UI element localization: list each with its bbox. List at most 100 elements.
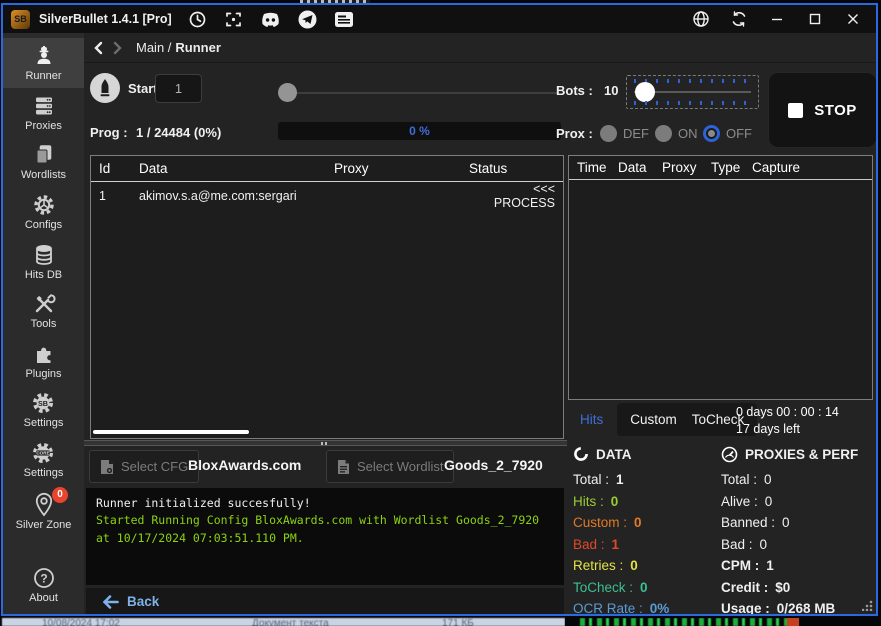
- cell-status: <<< PROCESS: [469, 182, 555, 210]
- sidebar-item-configs[interactable]: Configs: [3, 187, 84, 237]
- nav-forward-icon[interactable]: [110, 41, 124, 55]
- stat-row: ToCheck :0: [573, 577, 669, 599]
- refresh-icon[interactable]: [724, 7, 754, 31]
- sidebar-item-settings-core[interactable]: CORE Settings: [3, 435, 84, 485]
- maximize-icon[interactable]: [800, 7, 830, 31]
- sidebar-item-wordlists[interactable]: Wordlists: [3, 137, 84, 187]
- col-id[interactable]: Id: [99, 161, 139, 176]
- select-wordlist-button[interactable]: Select Wordlist: [326, 450, 454, 483]
- scan-icon[interactable]: [224, 10, 243, 29]
- minimize-icon[interactable]: [762, 7, 792, 31]
- results-table-header: Time Data Proxy Type Capture: [569, 156, 872, 180]
- prox-radio-off[interactable]: OFF: [703, 125, 752, 142]
- selected-wordlist-name: Goods_2_7920: [444, 457, 543, 473]
- stat-row: Usage :0/268 MB: [721, 598, 858, 616]
- sidebar-item-hits-db[interactable]: Hits DB: [3, 237, 84, 287]
- sidebar-item-about[interactable]: ? About: [3, 560, 84, 610]
- select-wordlist-label: Select Wordlist: [357, 459, 443, 474]
- bots-slider-thumb[interactable]: [635, 82, 655, 102]
- col-proxy[interactable]: Proxy: [334, 161, 469, 176]
- table-row[interactable]: 1 akimov.s.a@me.com:sergari <<< PROCESS: [91, 182, 563, 206]
- back-arrow-icon: [102, 595, 119, 609]
- log-line: Runner initialized succesfully!: [96, 495, 554, 512]
- elapsed-time: 0 days 00 : 00 : 14: [736, 404, 839, 421]
- start-input[interactable]: [155, 74, 202, 103]
- sidebar-item-plugins[interactable]: Plugins: [3, 336, 84, 386]
- radio-dot: [703, 125, 720, 142]
- sidebar-item-label: About: [29, 592, 58, 605]
- background-text: 10/08/2024 17:02: [42, 618, 120, 626]
- silverbullet-window: SB SilverBullet 1.4.1 [Pro]: [1, 3, 878, 616]
- runner-table: Id Data Proxy Status 1 akimov.s.a@me.com…: [90, 155, 564, 439]
- bullet-icon: [90, 73, 120, 103]
- sidebar-item-label: Runner: [25, 70, 61, 83]
- sidebar-item-silver-zone[interactable]: 0 Silver Zone: [3, 485, 84, 537]
- background-window-sliver: 10/08/2024 17:02 Документ текста 171 КБ: [2, 618, 565, 626]
- stop-button-label: STOP: [814, 102, 857, 119]
- radio-label: DEF: [623, 126, 649, 141]
- sidebar-item-tools[interactable]: Tools: [3, 286, 84, 336]
- col-data[interactable]: Data: [139, 161, 334, 176]
- background-window-sliver: [565, 618, 881, 626]
- stat-row: Credit :$0: [721, 577, 858, 599]
- stat-row: CPM :1: [721, 555, 858, 577]
- tab-hits[interactable]: Hits: [568, 412, 617, 427]
- discord-icon[interactable]: [260, 11, 281, 28]
- breadcrumb-page: Runner: [175, 40, 221, 55]
- progress-bar: 0 %: [278, 122, 561, 140]
- col-time[interactable]: Time: [577, 160, 618, 175]
- gear-icon: [32, 193, 56, 217]
- sidebar-item-settings-sb[interactable]: SB Settings: [3, 385, 84, 435]
- splitter-handle[interactable]: [84, 440, 567, 446]
- col-type[interactable]: Type: [711, 160, 752, 175]
- servers-icon: [32, 94, 56, 118]
- puzzle-icon: [32, 342, 56, 366]
- horizontal-scrollbar[interactable]: [93, 430, 249, 434]
- radio-dot: [655, 125, 672, 142]
- col-proxy[interactable]: Proxy: [662, 160, 711, 175]
- select-cfg-label: Select CFG: [121, 459, 188, 474]
- gear-sb-icon: SB: [31, 391, 56, 415]
- col-status[interactable]: Status: [469, 161, 555, 176]
- telegram-icon[interactable]: [298, 10, 317, 29]
- license-days-left: 17 days left: [736, 421, 839, 438]
- resize-grip[interactable]: [862, 600, 873, 611]
- nav-back-icon[interactable]: [92, 41, 106, 55]
- app-title: SilverBullet 1.4.1 [Pro]: [39, 12, 172, 26]
- col-capture[interactable]: Capture: [752, 160, 864, 175]
- history-icon[interactable]: [188, 10, 207, 29]
- results-table: Time Data Proxy Type Capture: [568, 155, 873, 400]
- bots-value: 10: [604, 83, 618, 98]
- back-button[interactable]: Back: [86, 588, 564, 615]
- worker-icon: [32, 44, 56, 68]
- globe-icon[interactable]: [686, 7, 716, 31]
- timer: 0 days 00 : 00 : 14 17 days left: [736, 404, 839, 438]
- close-icon[interactable]: [838, 7, 868, 31]
- svg-text:CORE: CORE: [36, 451, 49, 456]
- screen: SB SilverBullet 1.4.1 [Pro]: [0, 0, 881, 626]
- sidebar-item-proxies[interactable]: Proxies: [3, 88, 84, 138]
- col-data[interactable]: Data: [618, 160, 662, 175]
- stop-button[interactable]: STOP: [768, 72, 877, 148]
- sidebar-item-label: Tools: [31, 318, 57, 331]
- news-icon[interactable]: [334, 11, 354, 28]
- sidebar-item-runner[interactable]: Runner: [3, 38, 84, 88]
- tab-custom[interactable]: Custom: [630, 412, 677, 427]
- prox-radio-def[interactable]: DEF: [600, 125, 649, 142]
- stat-row: OCR Rate :0%: [573, 598, 669, 616]
- start-slider-thumb[interactable]: [278, 83, 297, 102]
- select-cfg-button[interactable]: Select CFG: [89, 450, 199, 483]
- bots-slider[interactable]: [626, 75, 759, 109]
- sidebar-item-label: Hits DB: [25, 269, 62, 282]
- runner-table-header: Id Data Proxy Status: [91, 156, 563, 182]
- stat-row: Custom :0: [573, 512, 669, 534]
- sidebar-item-label: Silver Zone: [16, 519, 72, 532]
- stat-row: Hits :0: [573, 491, 669, 513]
- stat-row: Bad :1: [573, 534, 669, 556]
- prox-radio-on[interactable]: ON: [655, 125, 698, 142]
- log-line: Started Running Config BloxAwards.com wi…: [96, 512, 554, 547]
- radio-label: OFF: [726, 126, 752, 141]
- sidebar-item-label: Settings: [24, 417, 64, 430]
- proxies-perf-stats: PROXIES & PERF Total :0 Alive :0 Banned …: [721, 443, 858, 616]
- breadcrumb: Main / Runner: [84, 33, 876, 63]
